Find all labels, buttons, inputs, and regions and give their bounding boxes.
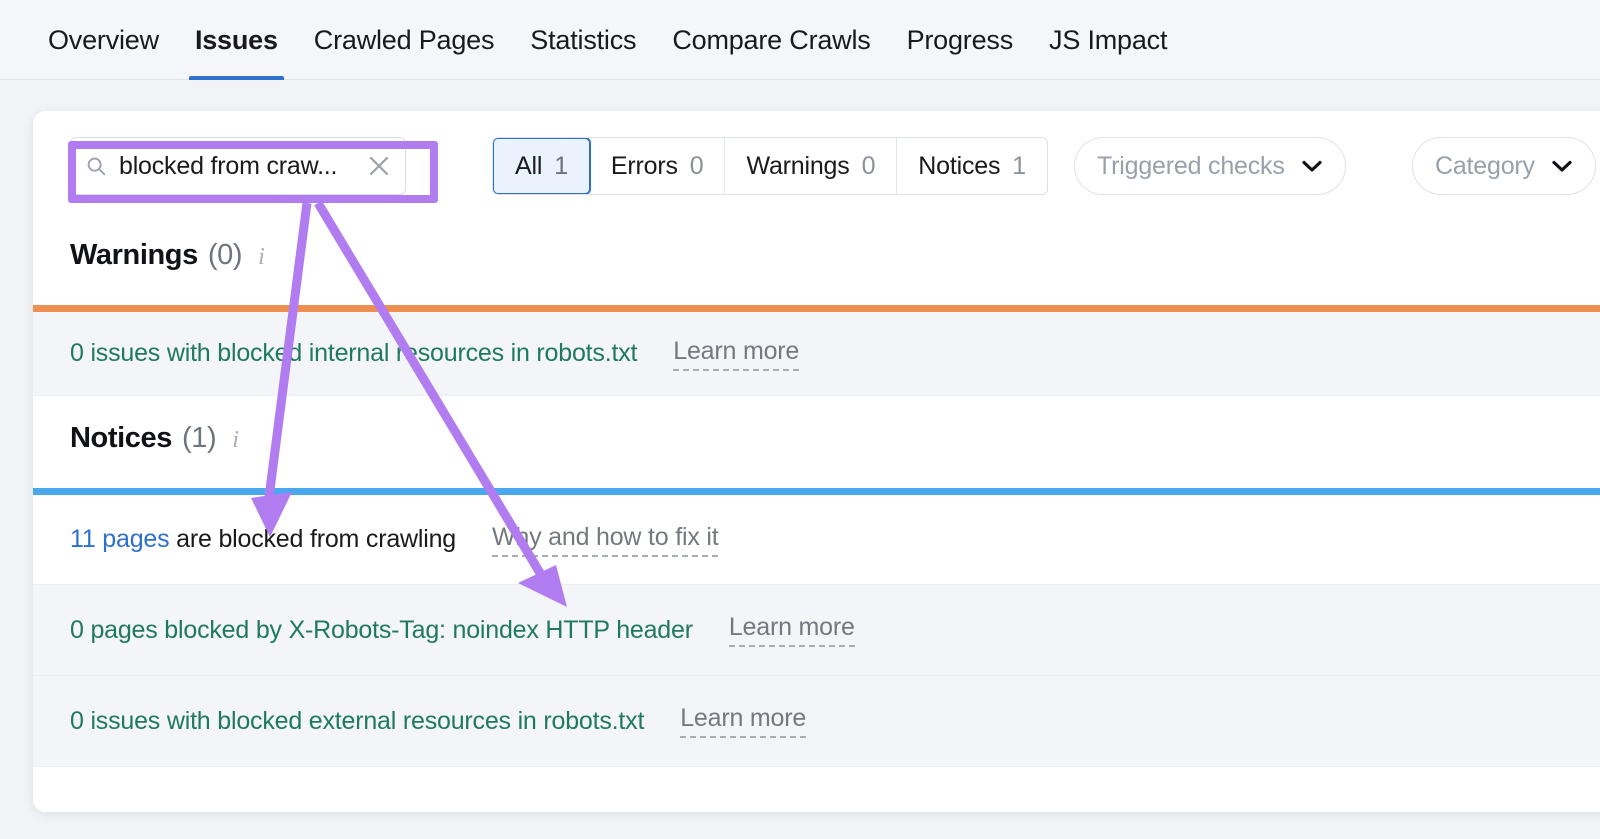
- issue-row-blocked-from-crawling[interactable]: 11 pages are blocked from crawling Why a…: [33, 495, 1600, 585]
- issue-row-blocked-internal-resources[interactable]: 0 issues with blocked internal resources…: [33, 312, 1600, 396]
- section-count: (0): [208, 239, 242, 272]
- tab-label: Crawled Pages: [314, 25, 495, 56]
- tab-progress[interactable]: Progress: [889, 0, 1031, 80]
- issue-row-blocked-external-resources[interactable]: 0 issues with blocked external resources…: [33, 676, 1600, 767]
- issue-type-filter: All 1 Errors 0 Warnings 0 Notices 1: [492, 137, 1048, 195]
- category-dropdown[interactable]: Category: [1412, 137, 1596, 195]
- section-count: (1): [182, 422, 216, 455]
- learn-more-link[interactable]: Learn more: [680, 704, 806, 738]
- issues-card: blocked from craw... All 1 Errors 0 Warn…: [33, 111, 1600, 812]
- issue-text: 11 pages are blocked from crawling: [70, 525, 456, 554]
- filter-notices[interactable]: Notices 1: [897, 138, 1047, 194]
- section-header-warnings: Warnings (0) i: [33, 239, 1600, 272]
- pages-count-link[interactable]: 11 pages: [70, 525, 169, 553]
- learn-more-link[interactable]: Learn more: [673, 337, 799, 371]
- issue-text: 0 issues with blocked internal resources…: [70, 339, 637, 368]
- filter-label: Notices: [918, 152, 1000, 181]
- filter-count: 0: [862, 152, 876, 181]
- filter-count: 1: [1012, 152, 1026, 181]
- learn-more-link[interactable]: Learn more: [729, 613, 855, 647]
- info-icon[interactable]: i: [232, 427, 239, 454]
- notices-severity-bar: [33, 488, 1600, 495]
- why-and-how-to-fix-it-link[interactable]: Why and how to fix it: [492, 523, 718, 557]
- tab-statistics[interactable]: Statistics: [512, 0, 654, 80]
- tab-label: Issues: [195, 25, 278, 56]
- tab-list: Overview Issues Crawled Pages Statistics…: [30, 0, 1185, 80]
- tab-label: JS Impact: [1049, 25, 1167, 56]
- filter-label: Warnings: [746, 152, 849, 181]
- page-root: Overview Issues Crawled Pages Statistics…: [0, 0, 1600, 839]
- tab-label: Progress: [907, 25, 1013, 56]
- tab-label: Overview: [48, 25, 159, 56]
- close-icon[interactable]: [367, 154, 391, 178]
- tab-overview[interactable]: Overview: [30, 0, 177, 80]
- tab-label: Compare Crawls: [672, 25, 870, 56]
- filter-all[interactable]: All 1: [492, 137, 591, 195]
- triggered-checks-dropdown[interactable]: Triggered checks: [1074, 137, 1346, 195]
- chevron-down-icon: [1551, 159, 1573, 173]
- filters-toolbar: blocked from craw... All 1 Errors 0 Warn…: [33, 111, 1600, 223]
- filter-count: 0: [690, 152, 704, 181]
- tab-bar: Overview Issues Crawled Pages Statistics…: [0, 0, 1600, 80]
- dropdown-label: Triggered checks: [1097, 152, 1285, 181]
- filter-label: All: [515, 152, 542, 181]
- tab-crawled-pages[interactable]: Crawled Pages: [296, 0, 513, 80]
- section-header-notices: Notices (1) i: [33, 422, 1600, 455]
- search-value: blocked from craw...: [119, 152, 359, 181]
- info-icon[interactable]: i: [258, 244, 265, 271]
- filter-label: Errors: [611, 152, 678, 181]
- filter-errors[interactable]: Errors 0: [590, 138, 726, 194]
- issue-text-rest: are blocked from crawling: [169, 525, 456, 553]
- issue-row-x-robots-tag-noindex[interactable]: 0 pages blocked by X-Robots-Tag: noindex…: [33, 585, 1600, 676]
- tab-label: Statistics: [530, 25, 636, 56]
- tab-issues[interactable]: Issues: [177, 0, 296, 80]
- section-title: Notices: [70, 422, 172, 455]
- warnings-severity-bar: [33, 305, 1600, 312]
- section-title: Warnings: [70, 239, 198, 272]
- filter-warnings[interactable]: Warnings 0: [725, 138, 897, 194]
- tab-js-impact[interactable]: JS Impact: [1031, 0, 1185, 80]
- search-icon: [85, 155, 107, 177]
- tab-compare-crawls[interactable]: Compare Crawls: [654, 0, 888, 80]
- search-input[interactable]: blocked from craw...: [70, 137, 406, 195]
- filter-count: 1: [554, 152, 568, 181]
- card-footer: [33, 767, 1600, 812]
- chevron-down-icon: [1301, 159, 1323, 173]
- issue-text: 0 pages blocked by X-Robots-Tag: noindex…: [70, 616, 693, 645]
- dropdown-label: Category: [1435, 152, 1535, 181]
- issue-text: 0 issues with blocked external resources…: [70, 707, 644, 736]
